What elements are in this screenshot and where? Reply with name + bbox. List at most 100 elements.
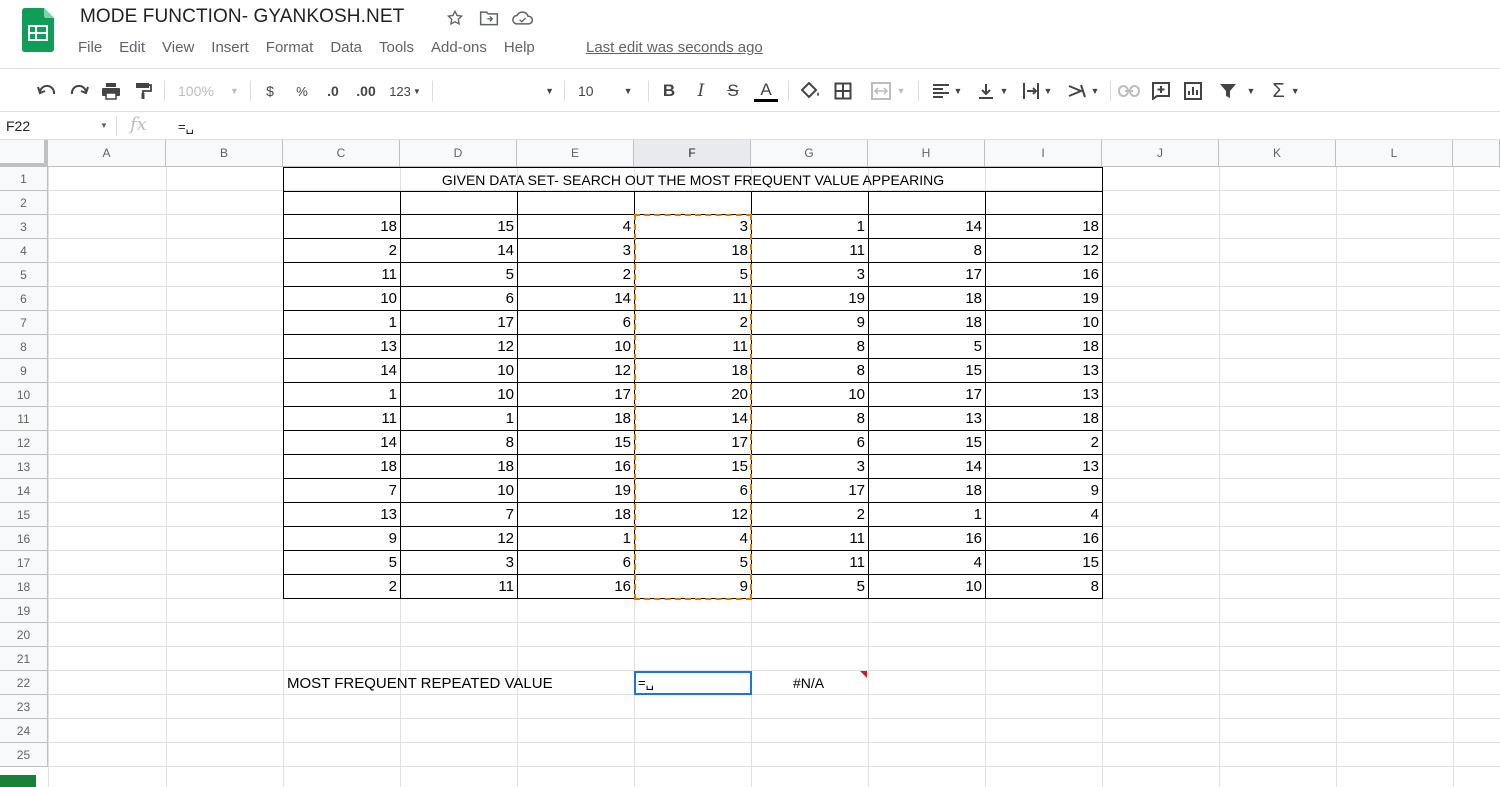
table-cell[interactable]: 14 (283, 359, 401, 383)
column-header-l[interactable]: L (1336, 140, 1453, 167)
table-cell[interactable]: 18 (868, 479, 986, 503)
insert-comment-icon[interactable] (1150, 78, 1172, 104)
column-header-c[interactable]: C (283, 140, 400, 167)
table-cell[interactable]: 4 (868, 551, 986, 575)
text-wrapping-icon[interactable]: ▼ (1018, 78, 1056, 104)
row-header-23[interactable]: 23 (0, 695, 48, 719)
table-cell[interactable]: 6 (751, 431, 869, 455)
table-cell[interactable]: 12 (400, 527, 518, 551)
table-cell[interactable]: 17 (400, 311, 518, 335)
table-cell[interactable]: 8 (751, 407, 869, 431)
table-cell[interactable]: 2 (283, 575, 401, 599)
table-title[interactable]: GIVEN DATA SET- SEARCH OUT THE MOST FREQ… (283, 167, 1103, 192)
column-header-b[interactable]: B (166, 140, 283, 167)
table-cell[interactable]: 13 (283, 503, 401, 527)
document-title[interactable]: MODE FUNCTION- GYANKOSH.NET (80, 6, 404, 28)
table-cell[interactable]: 19 (985, 287, 1103, 311)
table-cell[interactable]: 15 (634, 455, 752, 479)
menu-insert[interactable]: Insert (211, 38, 249, 58)
row-header-18[interactable]: 18 (0, 575, 48, 599)
table-cell[interactable]: 9 (283, 527, 401, 551)
menu-tools[interactable]: Tools (379, 38, 414, 58)
select-all-corner[interactable] (0, 140, 48, 167)
row-header-6[interactable]: 6 (0, 287, 48, 311)
table-cell[interactable]: 16 (868, 527, 986, 551)
active-cell-f22[interactable]: =␣ (634, 671, 752, 695)
currency-format-button[interactable]: $ (262, 78, 278, 104)
table-cell[interactable]: 18 (868, 287, 986, 311)
table-cell[interactable]: 10 (517, 335, 635, 359)
table-cell[interactable]: 17 (517, 383, 635, 407)
table-cell[interactable]: 4 (517, 215, 635, 239)
sheet-tab-indicator[interactable] (0, 775, 36, 787)
table-cell[interactable]: 12 (634, 503, 752, 527)
table-cell[interactable]: 15 (985, 551, 1103, 575)
table-cell[interactable]: 9 (634, 575, 752, 599)
table-cell[interactable]: 13 (985, 455, 1103, 479)
result-label[interactable]: MOST FREQUENT REPEATED VALUE (283, 671, 623, 695)
table-cell[interactable]: 1 (400, 407, 518, 431)
table-cell[interactable]: 10 (400, 383, 518, 407)
zoom-select[interactable]: 100% ▼ (178, 78, 240, 104)
name-box[interactable]: F22 (6, 118, 30, 134)
table-cell[interactable]: 3 (400, 551, 518, 575)
table-cell[interactable]: 8 (751, 335, 869, 359)
column-header-h[interactable]: H (868, 140, 985, 167)
print-icon[interactable] (100, 78, 122, 104)
text-rotation-icon[interactable]: ▼ (1064, 78, 1102, 104)
table-cell[interactable]: 15 (517, 431, 635, 455)
table-cell[interactable] (283, 191, 401, 215)
table-cell[interactable]: 10 (400, 479, 518, 503)
undo-icon[interactable] (36, 78, 58, 104)
menu-addons[interactable]: Add-ons (431, 38, 487, 58)
table-cell[interactable]: 10 (283, 287, 401, 311)
functions-button[interactable]: Σ ▼ (1268, 78, 1304, 104)
row-header-13[interactable]: 13 (0, 455, 48, 479)
table-cell[interactable]: 3 (634, 215, 752, 239)
row-header-12[interactable]: 12 (0, 431, 48, 455)
table-cell[interactable]: 19 (751, 287, 869, 311)
table-cell[interactable]: 18 (634, 239, 752, 263)
row-header-17[interactable]: 17 (0, 551, 48, 575)
table-cell[interactable]: 17 (868, 383, 986, 407)
menu-data[interactable]: Data (330, 38, 362, 58)
table-cell[interactable]: 10 (751, 383, 869, 407)
table-cell[interactable] (868, 191, 986, 215)
table-cell[interactable]: 1 (751, 215, 869, 239)
table-cell[interactable]: 4 (985, 503, 1103, 527)
table-cell[interactable]: 18 (517, 407, 635, 431)
table-cell[interactable]: 12 (517, 359, 635, 383)
table-cell[interactable]: 9 (751, 311, 869, 335)
column-header-e[interactable]: E (517, 140, 634, 167)
table-cell[interactable]: 11 (634, 287, 752, 311)
vertical-align-icon[interactable]: ▼ (974, 78, 1012, 104)
table-cell[interactable]: 15 (400, 215, 518, 239)
table-cell[interactable]: 11 (751, 551, 869, 575)
row-header-16[interactable]: 16 (0, 527, 48, 551)
table-cell[interactable]: 5 (400, 263, 518, 287)
column-header-i[interactable]: I (985, 140, 1102, 167)
table-cell[interactable]: 8 (868, 239, 986, 263)
table-cell[interactable]: 6 (517, 551, 635, 575)
table-cell[interactable]: 2 (634, 311, 752, 335)
insert-link-icon[interactable] (1118, 78, 1140, 104)
table-cell[interactable]: 16 (985, 263, 1103, 287)
table-cell[interactable]: 13 (985, 359, 1103, 383)
row-header-19[interactable]: 19 (0, 599, 48, 623)
table-cell[interactable]: 5 (751, 575, 869, 599)
menu-view[interactable]: View (162, 38, 194, 58)
text-color-button[interactable]: A (754, 78, 778, 104)
move-folder-icon[interactable] (478, 8, 500, 28)
error-indicator-icon[interactable] (860, 671, 867, 678)
table-cell[interactable]: 11 (751, 527, 869, 551)
row-header-25[interactable]: 25 (0, 743, 48, 767)
merge-cells-icon[interactable]: ▼ (866, 78, 910, 104)
italic-button[interactable]: I (690, 78, 712, 104)
table-cell[interactable]: 12 (400, 335, 518, 359)
table-cell[interactable]: 18 (283, 455, 401, 479)
chevron-down-icon[interactable]: ▼ (100, 121, 108, 130)
row-header-9[interactable]: 9 (0, 359, 48, 383)
table-cell[interactable]: 16 (517, 575, 635, 599)
row-header-20[interactable]: 20 (0, 623, 48, 647)
table-cell[interactable] (985, 191, 1103, 215)
